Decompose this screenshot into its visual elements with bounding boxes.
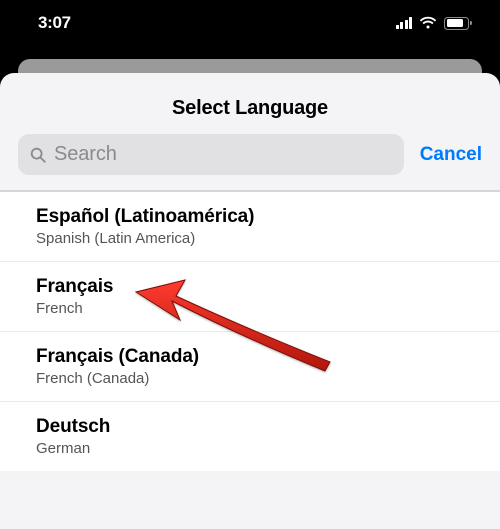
cancel-button[interactable]: Cancel bbox=[420, 144, 482, 166]
language-english-name: German bbox=[36, 440, 464, 457]
cellular-signal-icon bbox=[396, 17, 413, 29]
status-bar: 3:07 bbox=[0, 0, 500, 46]
wifi-icon bbox=[419, 16, 437, 30]
sheet-header: Select Language bbox=[0, 73, 500, 134]
status-icons bbox=[396, 16, 472, 30]
list-item[interactable]: Deutsch German bbox=[0, 402, 500, 471]
battery-icon bbox=[444, 17, 472, 30]
list-item[interactable]: Español (Latinoamérica) Spanish (Latin A… bbox=[0, 192, 500, 262]
list-item[interactable]: Français French bbox=[0, 262, 500, 332]
list-item[interactable]: Français (Canada) French (Canada) bbox=[0, 332, 500, 402]
search-placeholder: Search bbox=[54, 143, 117, 166]
search-icon bbox=[29, 146, 47, 164]
language-native-name: Deutsch bbox=[36, 416, 464, 438]
status-time: 3:07 bbox=[38, 13, 71, 33]
search-row: Search Cancel bbox=[0, 134, 500, 189]
language-english-name: Spanish (Latin America) bbox=[36, 230, 464, 247]
language-english-name: French (Canada) bbox=[36, 370, 464, 387]
language-list: Español (Latinoamérica) Spanish (Latin A… bbox=[0, 192, 500, 471]
language-native-name: Français bbox=[36, 276, 464, 298]
language-native-name: Français (Canada) bbox=[36, 346, 464, 368]
search-input[interactable]: Search bbox=[18, 134, 404, 175]
language-english-name: French bbox=[36, 300, 464, 317]
page-title: Select Language bbox=[20, 97, 480, 120]
language-native-name: Español (Latinoamérica) bbox=[36, 206, 464, 228]
language-sheet: Select Language Search Cancel Español (L… bbox=[0, 73, 500, 529]
